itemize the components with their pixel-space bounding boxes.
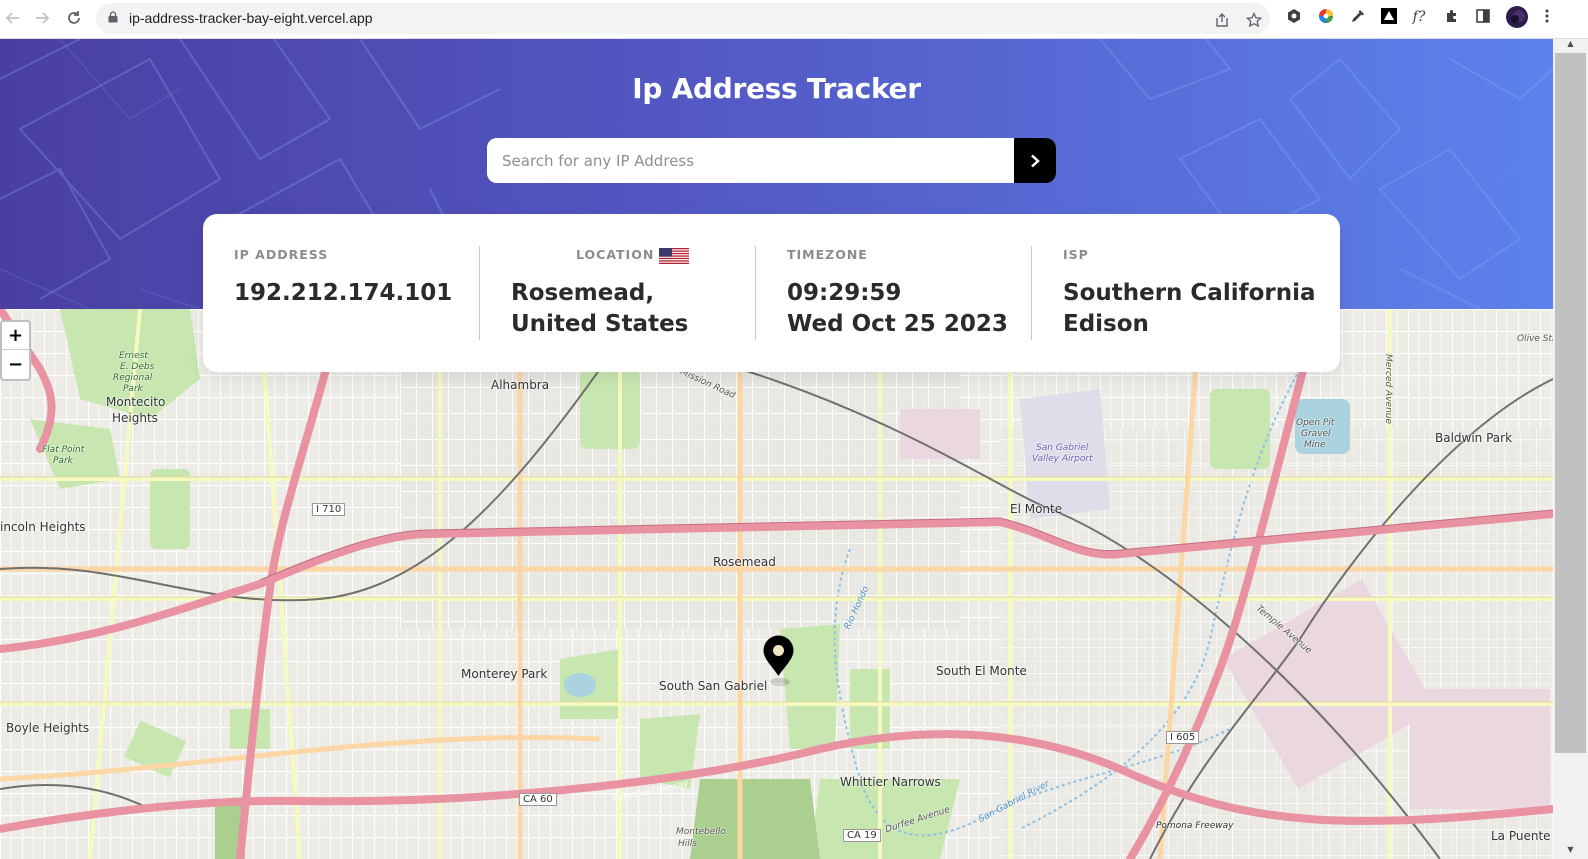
map-label-flat-point-2: Park — [53, 456, 73, 466]
map-label-gravel-2: Gravel — [1301, 429, 1331, 439]
isp-label: ISP — [1063, 247, 1089, 262]
map-label-la-puente: La Puente — [1491, 829, 1551, 843]
info-divider — [479, 246, 480, 340]
app-title: Ip Address Tracker — [632, 72, 921, 105]
map-label-whittier-narrows: Whittier Narrows — [840, 775, 941, 789]
map-label-airport: San Gabriel — [1036, 443, 1089, 453]
map-label-rosemead: Rosemead — [713, 555, 776, 569]
map-shield-i605: I 605 — [1166, 731, 1200, 744]
map-label-ernest-debs: Ernest — [119, 351, 148, 361]
info-divider — [1031, 246, 1032, 340]
map-label-flat-point: Flat Point — [42, 445, 85, 455]
map-label-gravel-3: Mine — [1304, 440, 1326, 450]
back-arrow-icon[interactable] — [2, 7, 24, 29]
info-card: IP ADDRESS 192.212.174.101 LOCATION Rose… — [203, 214, 1340, 372]
info-isp: ISP Southern California Edison — [1063, 214, 1323, 372]
color-wheel-icon[interactable] — [1317, 8, 1335, 26]
us-flag-icon — [659, 248, 689, 264]
scroll-up-arrow-icon[interactable]: ▲ — [1553, 39, 1588, 53]
map-label-ernest-debs-2: E. Debs — [120, 362, 155, 372]
map-label-ernest-debs-3: Regional — [113, 373, 153, 383]
search-submit-button[interactable] — [1014, 138, 1056, 183]
ip-search-input[interactable] — [487, 138, 1014, 183]
page-scrollbar[interactable]: ▲ ▼ — [1553, 39, 1588, 859]
ip-address-value: 192.212.174.101 — [234, 280, 453, 306]
map-tiles — [0, 309, 1553, 859]
map-label-el-monte: El Monte — [1010, 502, 1063, 516]
map-label-ernest-debs-4: Park — [123, 384, 143, 394]
side-panel-icon[interactable] — [1474, 8, 1492, 26]
location-value: Rosemead, United States — [511, 280, 689, 337]
info-divider — [755, 246, 756, 340]
map-shield-ca60: CA 60 — [519, 793, 557, 806]
map-label-monterey-park: Monterey Park — [461, 667, 548, 681]
share-icon[interactable] — [1214, 12, 1230, 28]
map-label-alhambra: Alhambra — [491, 378, 550, 392]
search-bar — [487, 138, 1056, 183]
eyedropper-icon[interactable] — [1349, 8, 1367, 26]
url-text[interactable]: ip-address-tracker-bay-eight.vercel.app — [129, 10, 373, 26]
isp-value: Southern California Edison — [1063, 280, 1316, 337]
reload-icon[interactable] — [63, 7, 85, 29]
zoom-control: + − — [0, 320, 31, 381]
scrollbar-thumb[interactable] — [1555, 53, 1586, 753]
extension-hex-icon[interactable] — [1285, 8, 1303, 26]
map[interactable]: Alhambra Rosemead El Monte Monterey Park… — [0, 309, 1553, 859]
ip-address-label: IP ADDRESS — [234, 247, 329, 262]
location-label: LOCATION — [576, 247, 655, 262]
info-ip-address: IP ADDRESS 192.212.174.101 — [234, 214, 479, 372]
zoom-in-button[interactable]: + — [2, 322, 29, 350]
map-label-hills: Hills — [678, 839, 697, 849]
map-label-montecito: Montecito — [106, 395, 166, 409]
map-label-boyle-heights: Boyle Heights — [6, 721, 90, 735]
info-location: LOCATION Rosemead, United States — [511, 214, 751, 372]
map-label-pomona-fwy-2: Pomona Freeway — [1156, 821, 1234, 831]
scroll-down-arrow-icon[interactable]: ▼ — [1553, 845, 1588, 859]
map-label-south-san-gabriel: South San Gabriel — [659, 679, 768, 693]
star-icon[interactable] — [1245, 11, 1263, 28]
forward-arrow-icon[interactable] — [31, 7, 53, 29]
timezone-time: 09:29:59 — [787, 280, 902, 306]
map-label-merced: Merced Avenue — [1383, 354, 1393, 425]
chevron-right-icon — [1031, 154, 1040, 167]
map-label-olive: Olive Stre — [1517, 334, 1553, 344]
profile-avatar[interactable] — [1506, 6, 1528, 28]
kebab-menu-icon[interactable] — [1538, 8, 1556, 26]
map-label-south-el-monte: South El Monte — [936, 664, 1027, 678]
font-finder-icon[interactable]: f? — [1410, 8, 1428, 26]
location-pin-icon[interactable] — [762, 635, 795, 677]
timezone-label: TIMEZONE — [787, 247, 868, 262]
lock-icon[interactable] — [108, 11, 118, 23]
zoom-out-button[interactable]: − — [2, 350, 29, 378]
page-viewport: Ip Address Tracker Search for any IP Add… — [0, 39, 1588, 859]
map-shield-ca19: CA 19 — [843, 829, 881, 842]
map-label-lincoln-heights: incoln Heights — [0, 520, 86, 534]
puzzle-extensions-icon[interactable] — [1443, 8, 1461, 26]
map-label-montecito-heights: Heights — [112, 411, 158, 425]
map-label-montebello: Montebello — [676, 827, 726, 837]
map-shield-i710: I 710 — [312, 503, 346, 516]
map-label-baldwin-park: Baldwin Park — [1435, 431, 1513, 445]
vercel-triangle-icon[interactable] — [1380, 8, 1398, 26]
browser-toolbar: ip-address-tracker-bay-eight.vercel.app … — [0, 0, 1588, 39]
timezone-date: Wed Oct 25 2023 — [787, 311, 1008, 337]
map-label-airport-2: Valley Airport — [1032, 454, 1093, 464]
map-label-gravel: Open Pit — [1296, 418, 1335, 428]
address-bar[interactable]: ip-address-tracker-bay-eight.vercel.app — [96, 3, 1270, 34]
info-timezone: TIMEZONE 09:29:59 Wed Oct 25 2023 — [787, 214, 1032, 372]
